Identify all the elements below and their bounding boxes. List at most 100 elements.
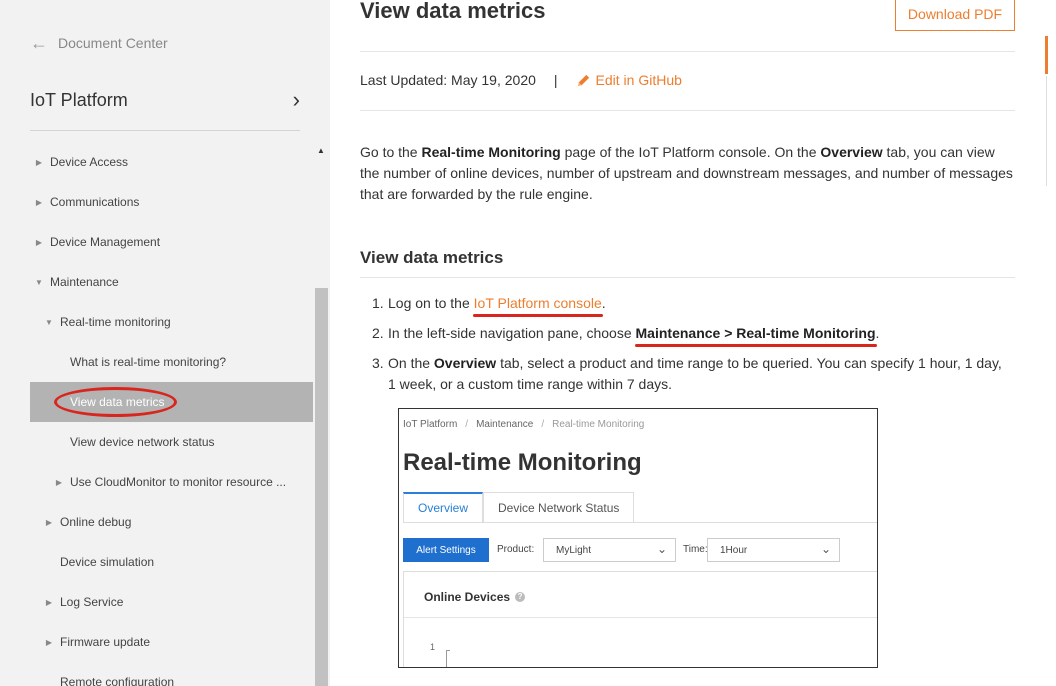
- scroll-up-icon[interactable]: ▲: [317, 146, 325, 155]
- page-scrollbar-thumb[interactable]: [1045, 36, 1048, 74]
- caret-right-icon: ▶: [55, 477, 63, 487]
- sidebar-item-label: Communications: [50, 195, 140, 209]
- download-pdf-button[interactable]: Download PDF: [895, 0, 1015, 31]
- page-scrollbar-track[interactable]: [1046, 76, 1047, 186]
- product-label: Product:: [497, 544, 535, 555]
- crumb: Real-time Monitoring: [552, 419, 645, 430]
- main-content: View data metrics Download PDF Last Upda…: [330, 0, 1056, 686]
- alert-settings-button: Alert Settings: [403, 538, 489, 562]
- pencil-icon: [577, 74, 589, 86]
- menu-path: Maintenance > Real-time Monitoring: [634, 325, 877, 347]
- sidebar-item-label: Device simulation: [60, 555, 155, 569]
- back-label: Document Center: [58, 35, 168, 51]
- intro-bold: Overview: [820, 144, 883, 160]
- step-text-part: In the left-side navigation pane, choose: [388, 325, 636, 341]
- sidebar-item-real-time-monitoring[interactable]: ▼ Real-time monitoring: [0, 302, 313, 342]
- intro-paragraph: Go to the Real-time Monitoring page of t…: [360, 142, 1015, 205]
- sidebar-item-view-data-metrics[interactable]: View data metrics: [30, 382, 313, 422]
- sidebar-item-view-device-network-status[interactable]: View device network status: [0, 422, 313, 462]
- menu-path-label: Maintenance > Real-time Monitoring: [635, 325, 876, 341]
- sidebar-item-label: View device network status: [70, 435, 215, 449]
- caret-right-icon: ▶: [45, 597, 53, 607]
- help-icon: ?: [515, 592, 526, 602]
- meta-separator: |: [553, 72, 558, 88]
- divider: [360, 277, 1015, 278]
- crumb-separator: /: [465, 419, 469, 430]
- sidebar-item-communications[interactable]: ▶ Communications: [0, 182, 313, 222]
- edit-in-github-link[interactable]: Edit in GitHub: [576, 72, 682, 88]
- sidebar-item-online-debug[interactable]: ▶ Online debug: [0, 502, 313, 542]
- step-text-part: .: [875, 325, 880, 341]
- crumb: IoT Platform: [403, 419, 458, 430]
- online-devices-card: Online Devices ? 1: [403, 571, 877, 667]
- sidebar-item-use-cloudmonitor[interactable]: ▶ Use CloudMonitor to monitor resource .…: [0, 462, 313, 502]
- screenshot-title: Real-time Monitoring: [403, 449, 642, 476]
- sidebar-item-label: Device Management: [50, 235, 161, 249]
- sidebar-item-log-service[interactable]: ▶ Log Service: [0, 582, 313, 622]
- product-select: MyLight ⌄: [543, 538, 676, 562]
- sidebar-item-label: Online debug: [60, 515, 132, 529]
- page-scrollbar[interactable]: [1043, 36, 1050, 686]
- sidebar-item-label: Use CloudMonitor to monitor resource ...: [70, 475, 287, 489]
- product-title: IoT Platform: [30, 89, 128, 110]
- sidebar-item-label: Device Access: [50, 155, 129, 169]
- caret-right-icon: ▶: [35, 197, 43, 207]
- card-divider: [404, 617, 877, 618]
- divider: [360, 110, 1015, 111]
- sidebar-item-label: Real-time monitoring: [60, 315, 171, 329]
- caret-right-icon: ▶: [45, 637, 53, 647]
- sidebar-scrollbar[interactable]: ▲: [315, 142, 328, 686]
- doc-meta: Last Updated: May 19, 2020 | Edit in Git…: [360, 72, 682, 88]
- sidebar-item-maintenance[interactable]: ▼ Maintenance: [0, 262, 313, 302]
- product-selector[interactable]: IoT Platform ›: [30, 84, 300, 116]
- time-label: Time:: [683, 544, 708, 555]
- iot-platform-console-link[interactable]: IoT Platform console: [472, 295, 603, 317]
- step-text: In the left-side navigation pane, choose…: [388, 323, 880, 347]
- last-updated: Last Updated: May 19, 2020: [360, 72, 536, 88]
- tab-underline: [403, 522, 877, 523]
- caret-right-icon: ▶: [35, 157, 43, 167]
- time-value: 1Hour: [720, 544, 748, 556]
- chevron-down-icon: ⌄: [656, 542, 667, 556]
- screenshot-breadcrumb: IoT Platform / Maintenance / Real-time Monit…: [403, 419, 644, 430]
- sidebar-item-label: Maintenance: [50, 275, 119, 289]
- tab-device-network-status: Device Network Status: [483, 492, 635, 523]
- step-bold: Overview: [433, 355, 497, 371]
- sidebar-item-label: Firmware update: [60, 635, 151, 649]
- sidebar-scrollbar-thumb[interactable]: [315, 288, 328, 686]
- sidebar-item-what-is-real-time-monitoring[interactable]: What is real-time monitoring?: [0, 342, 313, 382]
- y-tick-label: 1: [430, 642, 436, 652]
- divider: [360, 51, 1015, 52]
- sidebar-item-label: Remote configuration: [60, 675, 175, 686]
- back-to-document-center[interactable]: ← Document Center: [30, 34, 168, 52]
- tab-overview: Overview: [403, 492, 484, 523]
- sidebar-item-device-simulation[interactable]: Device simulation: [0, 542, 313, 582]
- step-number: 3.: [372, 355, 384, 371]
- intro-text: Go to the: [360, 144, 422, 160]
- step-text-part: On the: [388, 355, 434, 371]
- step-text-part: Log on to the: [388, 295, 474, 311]
- sidebar-nav: ▶ Device Access ▶ Communications ▶ Devic…: [0, 142, 313, 686]
- screenshot-tabs: Overview Device Network Status: [403, 492, 635, 523]
- caret-down-icon: ▼: [45, 317, 53, 327]
- time-select: 1Hour ⌄: [707, 538, 840, 562]
- console-screenshot: IoT Platform / Maintenance / Real-time Monit…: [398, 408, 878, 668]
- card-title-label: Online Devices: [424, 590, 511, 604]
- crumb: Maintenance: [476, 419, 534, 430]
- sidebar-item-remote-configuration[interactable]: Remote configuration: [0, 662, 313, 686]
- intro-text: page of the IoT Platform console. On the: [560, 144, 821, 160]
- sidebar-item-firmware-update[interactable]: ▶ Firmware update: [0, 622, 313, 662]
- steps-list: 1. Log on to the IoT Platform console. 2…: [372, 293, 1012, 404]
- sidebar-item-device-management[interactable]: ▶ Device Management: [0, 222, 313, 262]
- caret-right-icon: ▶: [35, 237, 43, 247]
- sidebar-item-device-access[interactable]: ▶ Device Access: [0, 142, 313, 182]
- y-axis: [446, 650, 450, 667]
- red-underline-annotation: [472, 314, 603, 317]
- step-3: 3. On the Overview tab, select a product…: [372, 353, 1012, 395]
- crumb-separator: /: [541, 419, 545, 430]
- link-label: IoT Platform console: [473, 295, 602, 311]
- step-text: Log on to the IoT Platform console.: [388, 293, 606, 317]
- step-number: 2.: [372, 325, 384, 341]
- step-1: 1. Log on to the IoT Platform console.: [372, 293, 1012, 317]
- sidebar-item-label: View data metrics: [70, 395, 165, 409]
